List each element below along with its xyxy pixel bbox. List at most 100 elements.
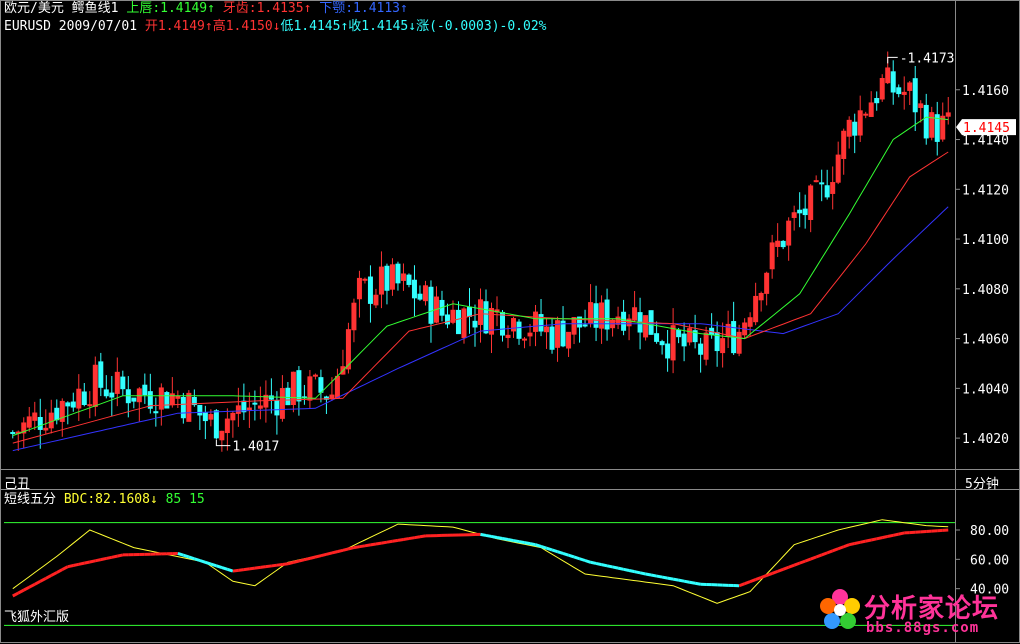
signal-segment (596, 563, 602, 564)
signal-segment (695, 583, 701, 584)
signal-segment (899, 533, 905, 534)
candle-body (545, 327, 549, 332)
price-chart[interactable]: 1.40201.40401.40601.40801.41001.41201.41… (0, 0, 1020, 643)
candle-body (506, 335, 510, 337)
legend-seg-0: 欧元/美元 (4, 1, 64, 16)
candle-body (886, 68, 890, 83)
signal-segment (893, 534, 899, 535)
signal-segment (255, 567, 261, 568)
signal-segment (877, 538, 883, 539)
signal-segment (569, 555, 575, 557)
candle-body (38, 418, 42, 430)
candle-body (820, 183, 824, 184)
signal-segment (95, 560, 101, 561)
signal-segment (541, 546, 547, 548)
signal-segment (189, 557, 195, 559)
candle-body (280, 389, 284, 419)
signal-segment (18, 590, 24, 593)
signal-segment (354, 547, 360, 548)
signal-segment (414, 537, 420, 538)
signal-segment (392, 540, 398, 541)
timeframe-label[interactable]: 5分钟 (965, 473, 999, 492)
signal-segment (271, 565, 277, 566)
divider-left-label: 己丑 (4, 473, 30, 492)
indicator-legend-line1: 欧元/美元 鳄鱼线1 上唇:1.4149↑ 牙齿:1.4135↑ 下颚:1.41… (4, 1, 408, 17)
osc-seg-1: BDC:82.1608 (56, 492, 150, 507)
signal-segment (503, 539, 509, 540)
ohlc-seg-0: EURUSD 2009/07/01 (4, 19, 145, 34)
signal-segment (668, 578, 674, 579)
price-tick-label: 1.4040 (962, 382, 1009, 397)
signal-segment (673, 579, 679, 580)
chart-frame (1, 1, 1020, 643)
signal-segment (249, 568, 255, 569)
signal-segment (525, 543, 531, 544)
candle-body (82, 392, 86, 405)
candle-body (583, 325, 587, 326)
candle-body (864, 114, 868, 115)
signal-segment (57, 570, 63, 573)
signal-segment (800, 561, 806, 563)
candle-body (187, 393, 191, 421)
legend-seg-4: 牙齿:1.4135 (215, 1, 304, 16)
signal-segment (178, 553, 184, 555)
candle-body (110, 393, 114, 397)
signal-segment (838, 547, 844, 549)
logo-url: bbs.88gs.com (866, 620, 979, 636)
candle-body (809, 186, 813, 220)
signal-segment (233, 570, 239, 571)
candle-body (528, 333, 532, 336)
signal-segment (613, 567, 619, 568)
candle-body (401, 274, 405, 280)
signal-segment (866, 540, 872, 541)
price-tick-label: 1.4160 (962, 84, 1009, 99)
candle-body (919, 104, 923, 108)
high-annotation-leader (888, 57, 898, 63)
candle-body (456, 310, 460, 333)
candle-body (258, 406, 262, 408)
signal-segment (574, 557, 580, 559)
candle-body (132, 398, 136, 401)
candle-body (473, 321, 477, 327)
signal-segment (651, 575, 657, 576)
candle-body (363, 279, 367, 280)
candle-body (682, 334, 686, 346)
candle-body (154, 412, 158, 413)
oscillator-legend: 短线五分 BDC:82.1608↓ 85 15 (4, 492, 205, 508)
signal-segment (739, 584, 745, 586)
candle-body (412, 280, 416, 298)
signal-segment (288, 562, 294, 563)
signal-segment (536, 545, 542, 547)
signal-segment (657, 576, 663, 577)
candle-body (847, 120, 851, 136)
signal-segment (304, 558, 310, 559)
candle-body (214, 411, 218, 438)
signal-segment (337, 550, 343, 551)
candle-body (308, 377, 312, 400)
candle-body (115, 372, 119, 393)
candle-body (605, 300, 609, 329)
signal-segment (310, 557, 316, 558)
candle-body (236, 406, 240, 414)
candle-body (71, 402, 75, 407)
low-annotation-leader (216, 440, 230, 446)
signal-segment (822, 553, 828, 555)
candle-body (517, 322, 521, 338)
signal-segment (244, 569, 250, 570)
ohlc-seg-3: 高1.4150 (213, 19, 273, 34)
candle-body (231, 413, 235, 419)
osc-seg-2: ↓ (150, 492, 158, 507)
candle-body (704, 333, 708, 359)
signal-segment (376, 543, 382, 544)
signal-segment (409, 538, 415, 539)
signal-segment (29, 584, 35, 587)
signal-segment (73, 564, 79, 565)
ohlc-seg-9: 涨(-0.0003)-0.02% (416, 19, 546, 34)
signal-segment (90, 561, 96, 562)
candle-body (748, 318, 752, 327)
candle-body (523, 339, 527, 340)
candle-body (776, 241, 780, 246)
chart-window[interactable]: 1.40201.40401.40601.40801.41001.41201.41… (0, 0, 1020, 643)
candle-body (44, 428, 48, 430)
candle-body (869, 103, 873, 117)
